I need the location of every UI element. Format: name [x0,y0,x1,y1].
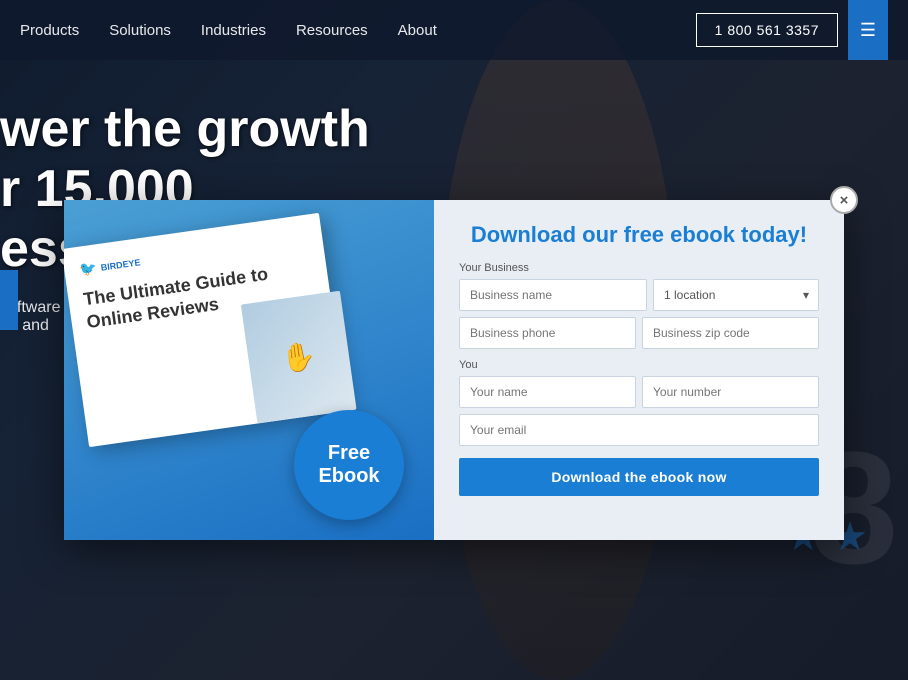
bird-icon: 🐦 [78,259,98,278]
business-zip-input[interactable] [642,317,819,349]
book-cover-image: ✋ [241,291,357,424]
form-row-business-name-location: 1 location 2-5 locations 6-10 locations … [459,279,819,311]
your-email-input[interactable] [459,414,819,446]
modal-left-panel: 🐦 BIRDEYE The Ultimate Guide to Online R… [64,200,434,540]
business-name-input[interactable] [459,279,647,311]
your-business-label: Your Business [459,262,819,274]
business-phone-input[interactable] [459,317,636,349]
location-select-wrapper: 1 location 2-5 locations 6-10 locations … [653,279,819,311]
your-number-input[interactable] [642,376,819,408]
download-ebook-button[interactable]: Download the ebook now [459,458,819,496]
modal-close-button[interactable]: × [830,186,858,214]
modal-container: × 🐦 BIRDEYE The Ultimate Guide to Online… [64,200,844,540]
modal-form-panel: Download our free ebook today! Your Busi… [434,200,844,540]
form-row-phone-zip [459,317,819,349]
modal-title: Download our free ebook today! [459,222,819,248]
form-row-name-number [459,376,819,408]
you-label: You [459,359,819,371]
free-ebook-badge: Free Ebook [294,410,404,520]
your-name-input[interactable] [459,376,636,408]
book-cover: 🐦 BIRDEYE The Ultimate Guide to Online R… [64,213,347,447]
location-select[interactable]: 1 location 2-5 locations 6-10 locations … [653,279,819,311]
modal-overlay: × 🐦 BIRDEYE The Ultimate Guide to Online… [0,0,908,680]
form-row-email [459,414,819,446]
